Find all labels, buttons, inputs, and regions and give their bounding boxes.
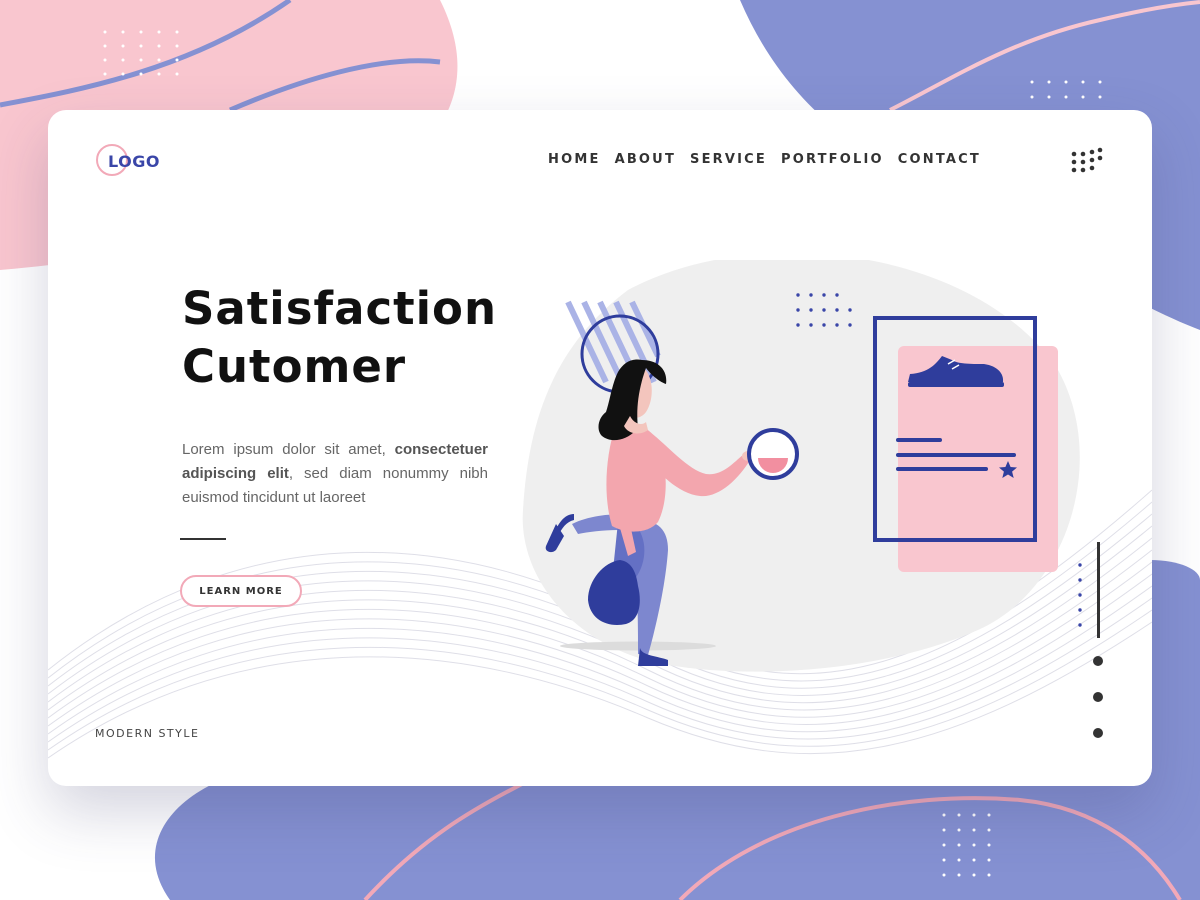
hero-description-part-1: Lorem ipsum dolor sit amet, [182,441,395,458]
hero-title-line-1: Satisfaction [182,282,498,335]
pagination-dot-3[interactable] [1093,728,1103,738]
nav-item-contact[interactable]: CONTACT [898,152,981,172]
grid-dots-icon[interactable] [1070,146,1106,176]
periwinkle-blob-right [1150,560,1200,760]
main-nav: HOME ABOUT SERVICE PORTFOLIO CONTACT [548,152,981,172]
nav-item-home[interactable]: HOME [548,152,601,172]
pagination-dot-1[interactable] [1093,656,1103,666]
scroll-indicator-line [1097,542,1100,638]
logo-text: LOGO [108,151,160,171]
hero-title: Satisfaction Cutomer [182,280,542,396]
hero-description: Lorem ipsum dolor sit amet, consectetuer… [182,438,488,510]
hero-title-line-2: Cutomer [182,340,407,393]
learn-more-button[interactable]: LEARN MORE [180,575,302,607]
nav-item-about[interactable]: ABOUT [615,152,676,172]
hero-illustration [522,260,1082,672]
product-card [873,316,1058,572]
dot-grid-illustration-right [1078,563,1082,627]
pagination-dot-2[interactable] [1093,692,1103,702]
landing-card: LOGO HOME ABOUT SERVICE PORTFOLIO CONTAC… [48,110,1152,786]
nav-item-service[interactable]: SERVICE [690,152,767,172]
footer-label: MODERN STYLE [95,727,200,740]
divider [180,538,226,540]
nav-item-portfolio[interactable]: PORTFOLIO [781,152,884,172]
logo[interactable]: LOGO [96,144,166,180]
magnifier-icon [747,428,799,480]
